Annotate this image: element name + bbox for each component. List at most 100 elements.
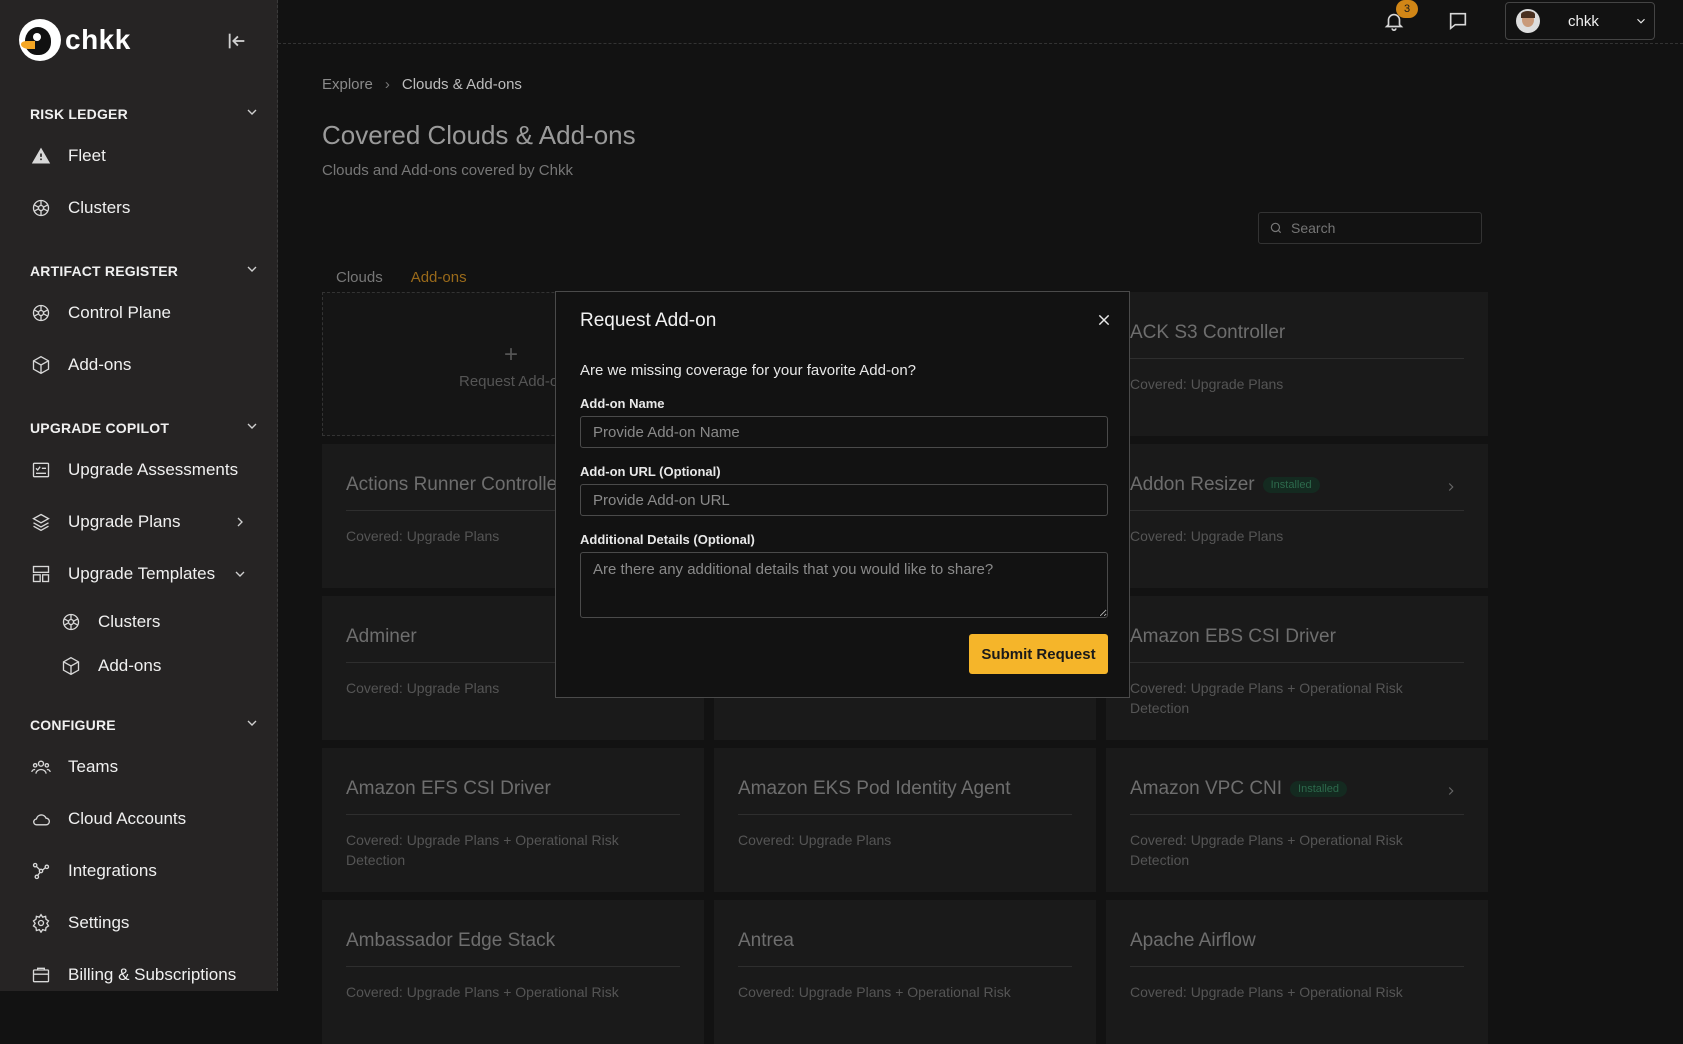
sidebar-item-label: Add-ons [98,656,162,675]
modal-title: Request Add-on [580,310,717,331]
plus-icon: + [504,341,519,368]
add-on-card[interactable]: Amazon EKS Pod Identity Agent Covered: U… [714,748,1096,892]
sidebar-item-template-add-ons[interactable]: Add-ons [60,650,161,682]
sidebar-item-cloud-accounts[interactable]: Cloud Accounts [30,803,186,835]
submit-request-button[interactable]: Submit Request [969,634,1108,674]
sidebar-item-upgrade-assessments[interactable]: Upgrade Assessments [30,454,238,486]
chevron-down-icon [1637,18,1645,24]
billing-icon [30,964,52,986]
add-on-card[interactable]: Apache Airflow Covered: Upgrade Plans + … [1106,900,1488,1044]
sidebar-item-add-ons[interactable]: Add-ons [30,349,131,381]
cluster-icon [60,611,82,633]
card-title: Amazon VPC CNI Installed [1130,778,1348,800]
sidebar-item-clusters[interactable]: Clusters [30,192,130,224]
sidebar-item-upgrade-plans[interactable]: Upgrade Plans [30,506,180,538]
breadcrumb-current: Clouds & Add-ons [401,76,522,93]
chevron-down-icon[interactable] [244,418,260,434]
add-on-name-label: Add-on Name [580,396,665,411]
card-title: Apache Airflow [1130,930,1256,951]
card-title: Amazon EKS Pod Identity Agent [738,778,1011,799]
installed-badge: Installed [1262,477,1320,493]
additional-details-textarea[interactable] [580,552,1108,618]
add-on-card[interactable]: Amazon VPC CNI Installed Covered: Upgrade… [1106,748,1488,892]
sidebar-item-teams[interactable]: Teams [30,751,118,783]
chevron-down-icon[interactable] [244,261,260,277]
sidebar-item-integrations[interactable]: Integrations [30,855,157,887]
add-on-name-input[interactable] [580,416,1108,448]
notification-badge: 3 [1396,0,1418,18]
search-box[interactable] [1258,212,1482,244]
cube-icon [30,354,52,376]
add-on-card[interactable]: Antrea Covered: Upgrade Plans + Operatio… [714,900,1096,1044]
card-coverage: Covered: Upgrade Plans [1130,528,1284,544]
chevron-right-icon: › [384,76,390,93]
sidebar-item-settings[interactable]: Settings [30,907,129,939]
tab-clouds[interactable]: Clouds [322,260,397,296]
cloud-icon [30,808,52,830]
add-on-card[interactable]: Amazon EBS CSI Driver Covered: Upgrade P… [1106,596,1488,740]
sidebar-item-label: Integrations [68,861,157,880]
chevron-down-icon[interactable] [232,566,248,582]
chevron-right-icon[interactable] [232,514,248,530]
gear-icon [30,912,52,934]
add-on-card[interactable]: Addon Resizer Installed Covered: Upgrade … [1106,444,1488,588]
integrations-icon [30,860,52,882]
tab-add-ons[interactable]: Add-ons [396,260,481,296]
sidebar-item-template-clusters[interactable]: Clusters [60,606,160,638]
card-coverage: Covered: Upgrade Plans + Operational Ris… [346,832,619,868]
app-name: chkk [65,24,131,55]
sidebar-item-label: Settings [68,913,130,932]
section-artifact-register: ARTIFACT REGISTER [30,263,179,279]
collapse-sidebar-icon[interactable] [226,30,248,52]
chevron-right-icon[interactable] [1444,784,1458,798]
card-title: Addon Resizer Installed [1130,474,1320,496]
sidebar-item-label: Control Plane [68,303,172,322]
sidebar-item-fleet[interactable]: Fleet [30,140,106,172]
template-icon [30,563,52,585]
add-on-card[interactable]: Amazon EFS CSI Driver Covered: Upgrade P… [322,748,704,892]
sidebar-item-billing[interactable]: Billing & Subscriptions [30,959,236,991]
cube-icon [60,655,82,677]
additional-details-label: Additional Details (Optional) [580,532,755,547]
chevron-right-icon[interactable] [1444,480,1458,494]
card-coverage: Covered: Upgrade Plans + Operational Ris… [346,984,619,1000]
sidebar-item-label: Clusters [68,198,131,217]
close-icon[interactable] [1096,312,1112,328]
user-name: chkk [1568,12,1599,30]
card-title: Ambassador Edge Stack [346,930,556,951]
sidebar: chkk RISK LEDGER Fleet Clusters ARTIFACT… [0,0,278,991]
breadcrumb-explore[interactable]: Explore [322,76,373,93]
request-add-on-label: Request Add-on [459,373,567,390]
top-bar [278,0,1683,44]
search-icon [1270,222,1282,234]
add-on-url-input[interactable] [580,484,1108,516]
sidebar-item-label: Fleet [68,146,106,165]
avatar [1516,9,1540,33]
cluster-icon [30,197,52,219]
sidebar-item-label: Upgrade Plans [68,512,181,531]
search-input[interactable] [1291,220,1471,236]
sidebar-item-label: Billing & Subscriptions [68,965,237,984]
chevron-down-icon[interactable] [244,715,260,731]
sidebar-item-control-plane[interactable]: Control Plane [30,297,171,329]
card-title: Adminer [346,626,417,647]
card-coverage: Covered: Upgrade Plans + Operational Ris… [1130,680,1403,716]
breadcrumb: Explore › Clouds & Add-ons [322,76,522,93]
card-title: ACK S3 Controller [1130,322,1286,343]
card-title: Amazon EBS CSI Driver [1130,626,1336,647]
sidebar-item-label: Cloud Accounts [68,809,187,828]
add-on-card[interactable]: Ambassador Edge Stack Covered: Upgrade P… [322,900,704,1044]
card-title-text: Amazon VPC CNI [1130,778,1283,799]
chat-icon[interactable] [1447,10,1469,32]
sidebar-item-label: Add-ons [68,355,132,374]
layers-icon [30,511,52,533]
assessment-icon [30,459,52,481]
add-on-card[interactable]: ACK S3 Controller Covered: Upgrade Plans [1106,292,1488,436]
sidebar-item-label: Upgrade Templates [68,564,216,583]
card-title: Antrea [738,930,794,951]
user-menu-button[interactable]: chkk [1505,2,1655,40]
sidebar-item-upgrade-templates[interactable]: Upgrade Templates [30,558,215,590]
chkk-logo[interactable]: chkk [19,19,131,61]
chevron-down-icon[interactable] [244,104,260,120]
sidebar-item-label: Clusters [98,612,161,631]
